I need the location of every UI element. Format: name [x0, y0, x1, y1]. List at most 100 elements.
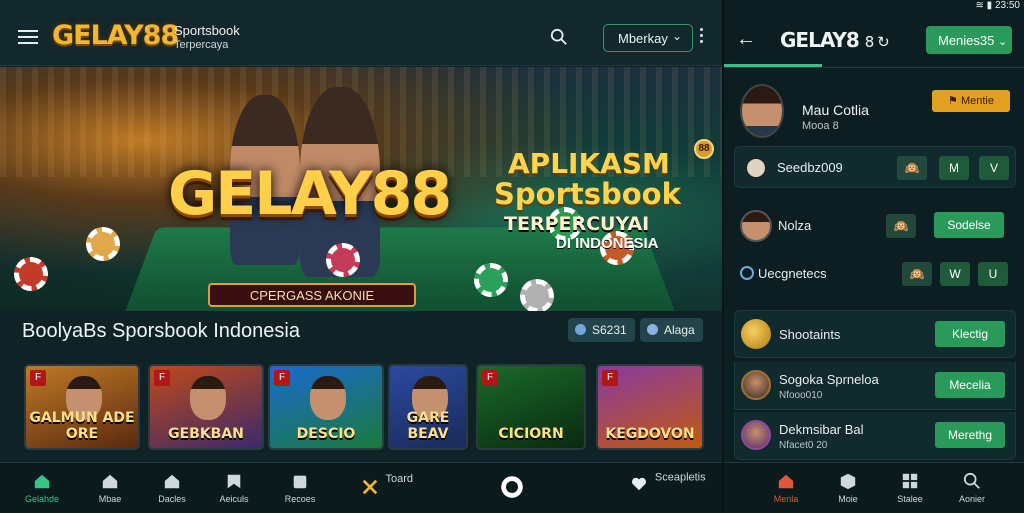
list-item[interactable]: Nolza 🙉 Sodelse — [734, 200, 1016, 252]
radio-icon — [740, 266, 754, 280]
casino-chip — [14, 257, 48, 291]
nav-center-button[interactable] — [482, 463, 542, 513]
circle-icon — [501, 476, 523, 498]
hero-headline: APLIKASM — [508, 147, 670, 180]
game-tag: F — [154, 370, 170, 386]
profile-name: Mau Cotlia — [802, 102, 869, 118]
globe-icon — [575, 324, 586, 335]
nav-item[interactable]: Aeiculs — [204, 463, 264, 513]
game-card[interactable]: F DESCIO — [268, 364, 384, 450]
calendar-icon — [293, 475, 307, 489]
action-button[interactable]: Merethg — [935, 422, 1005, 448]
list-item-subtitle: Nfacet0 20 — [779, 440, 828, 451]
nav-item[interactable]: Dacles — [142, 463, 202, 513]
list-item-label: Dekmsibar Bal — [779, 422, 864, 437]
back-arrow-icon[interactable]: ← — [736, 28, 756, 51]
nav-label: Aonier — [958, 494, 985, 504]
filter-chip-label: S6231 — [592, 323, 627, 337]
monkey-button[interactable]: 🙉 — [897, 156, 927, 180]
nav-item[interactable]: Recoes — [270, 463, 330, 513]
heart-icon — [632, 477, 647, 491]
list-item-label: Uecgnetecs — [758, 266, 827, 281]
list-item-label: Nolza — [778, 218, 812, 233]
nav-home[interactable]: Gelahde — [12, 463, 72, 513]
game-tag: F — [274, 370, 290, 386]
nav-label: Menla — [773, 494, 799, 504]
box-icon — [840, 473, 856, 490]
nav-label: Gelahde — [24, 494, 60, 504]
nav-home[interactable]: Menla — [756, 463, 816, 513]
option-button[interactable]: V — [979, 156, 1009, 180]
nav-item[interactable]: Aonier — [942, 463, 1002, 513]
game-card[interactable]: F CICIORN — [476, 364, 586, 450]
home-icon — [102, 474, 118, 489]
nav-label: Dacles — [158, 494, 186, 504]
list-item-label: Seedbz009 — [777, 160, 843, 175]
action-button[interactable]: Sodelse — [934, 212, 1004, 238]
game-title: GEBKBAN — [168, 426, 244, 442]
casino-chip — [86, 227, 120, 261]
game-card[interactable]: GARE BEAV — [388, 364, 468, 450]
menu-icon[interactable] — [18, 30, 38, 44]
logo-subtitle-line2: Terpercaya — [174, 39, 229, 51]
nav-item[interactable]: Moie — [818, 463, 878, 513]
option-button[interactable]: U — [978, 262, 1008, 286]
list-item[interactable]: Seedbz009 🙉 M V — [734, 146, 1016, 188]
action-button[interactable]: Klectig — [935, 321, 1005, 347]
game-card[interactable]: F KEGDOVON — [596, 364, 704, 450]
hero-banner[interactable]: GELAY88 CPERGASS AKONIE APLIKASM Sportsb… — [0, 67, 722, 311]
option-button[interactable]: W — [940, 262, 970, 286]
hero-headline: TERPERCUYAI — [504, 213, 650, 235]
language-dropdown[interactable]: Mberkay ⌄ — [603, 24, 693, 52]
nav-item[interactable]: Mbae — [80, 463, 140, 513]
filter-chip[interactable]: S6231 — [568, 318, 635, 342]
cross-icon — [362, 479, 378, 495]
filter-chip-label: Alaga — [664, 323, 695, 337]
sport-icon — [745, 157, 767, 179]
casino-chip — [326, 243, 360, 277]
filter-chip[interactable]: Alaga — [640, 318, 703, 342]
hero-headline: DI INDONESIA — [556, 235, 659, 252]
panel-bottom-navigation: Menla Moie Stalee Aonier — [724, 462, 1024, 512]
nav-item[interactable]: Toard — [352, 463, 422, 513]
profile-badge[interactable]: ⚑ Mentie — [932, 90, 1010, 112]
menu-button[interactable]: Menies35 ⌄ — [926, 26, 1012, 54]
game-title: GARE BEAV — [406, 410, 450, 442]
nav-label: Toard — [385, 472, 414, 485]
refresh-icon: 8 ↻ — [864, 33, 890, 51]
option-button[interactable]: M — [939, 156, 969, 180]
player-image — [190, 376, 226, 420]
list-item[interactable]: Dekmsibar Bal Nfacet0 20 Merethg — [734, 412, 1016, 460]
profile-card[interactable]: Mau Cotlia Mooa 8 ⚑ Mentie — [734, 80, 1020, 140]
bottom-navigation: Gelahde Mbae Dacles Aeiculs Recoes Toard… — [0, 462, 722, 512]
game-card[interactable]: F GEBKBAN — [148, 364, 264, 450]
home-icon — [778, 474, 794, 489]
avatar — [740, 210, 772, 242]
monkey-button[interactable]: 🙉 — [886, 214, 916, 238]
more-options-icon[interactable] — [700, 28, 704, 44]
monkey-button[interactable]: 🙉 — [902, 262, 932, 286]
list-item[interactable]: Uecgnetecs 🙉 W U — [734, 254, 1016, 294]
action-button[interactable]: Mecelia — [935, 372, 1005, 398]
list-item-label: Shootaints — [779, 327, 841, 342]
hero-headline: Sportsbook — [494, 177, 681, 211]
nav-item[interactable]: Sceapletis — [618, 463, 718, 513]
nav-label: Moie — [838, 494, 858, 504]
game-title: KEGDOVON — [605, 426, 695, 442]
casino-chip — [520, 279, 554, 311]
app-logo[interactable]: GELAY88 — [52, 20, 179, 51]
game-tag: F — [602, 370, 618, 386]
chevron-down-icon: ⌄ — [671, 29, 682, 43]
nav-label: Mbae — [98, 494, 122, 504]
logo-subtitle-line1: Sportsbook — [174, 23, 240, 38]
nav-item[interactable]: Stalee — [880, 463, 940, 513]
hero-badge: 88 — [694, 139, 714, 159]
list-item[interactable]: Sogoka Sprneloa Nfooo010 Mecelia — [734, 362, 1016, 410]
status-time: 23:50 — [994, 0, 1020, 11]
game-title: DESCIO — [296, 426, 356, 442]
game-tag: F — [30, 370, 46, 386]
list-item[interactable]: Shootaints Klectig — [734, 310, 1016, 358]
search-icon[interactable] — [550, 28, 568, 46]
game-card[interactable]: F GALMUN ADE ORE — [24, 364, 140, 450]
check-icon — [647, 324, 658, 335]
